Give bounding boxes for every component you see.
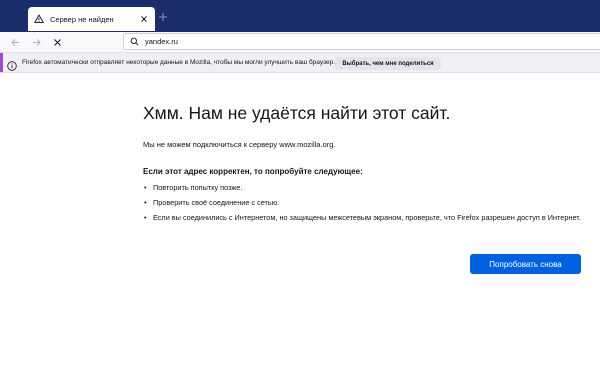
stop-icon[interactable] (50, 35, 64, 49)
warning-icon (34, 14, 44, 24)
suggestions-list: Повторить попытку позже. Проверить своё … (143, 183, 583, 228)
arrow-right-icon[interactable] (29, 35, 43, 49)
list-item: Проверить своё соединение с сетью. (143, 198, 583, 208)
error-title: Хмм. Нам не удаётся найти этот сайт. (143, 103, 451, 123)
try-again-button[interactable]: Попробовать снова (470, 254, 581, 274)
tab-title: Сервер не найден (50, 14, 114, 24)
error-description: Мы не можем подключиться к серверу www.m… (143, 140, 336, 149)
address-bar[interactable]: yandex.ru (123, 33, 600, 50)
notification-message: Firefox автоматически отправляет некотор… (22, 59, 336, 66)
notification-accent (0, 53, 3, 72)
choose-what-to-share-button[interactable]: Выбрать, чем мне поделиться (335, 57, 441, 70)
plus-icon[interactable] (156, 10, 170, 24)
arrow-left-icon[interactable] (8, 35, 22, 49)
close-icon[interactable] (139, 14, 149, 24)
search-icon (130, 37, 139, 46)
list-item: Если вы соединились с Интернетом, но защ… (143, 213, 583, 223)
tab-strip: Сервер не найден (0, 0, 600, 32)
tab-server-not-found[interactable]: Сервер не найден (28, 7, 155, 31)
suggestions-heading: Если этот адрес корректен, то попробуйте… (143, 167, 363, 176)
url-text: yandex.ru (145, 37, 178, 46)
data-collection-notification: Firefox автоматически отправляет некотор… (0, 52, 600, 73)
list-item: Повторить попытку позже. (143, 183, 583, 193)
info-icon (7, 58, 17, 71)
